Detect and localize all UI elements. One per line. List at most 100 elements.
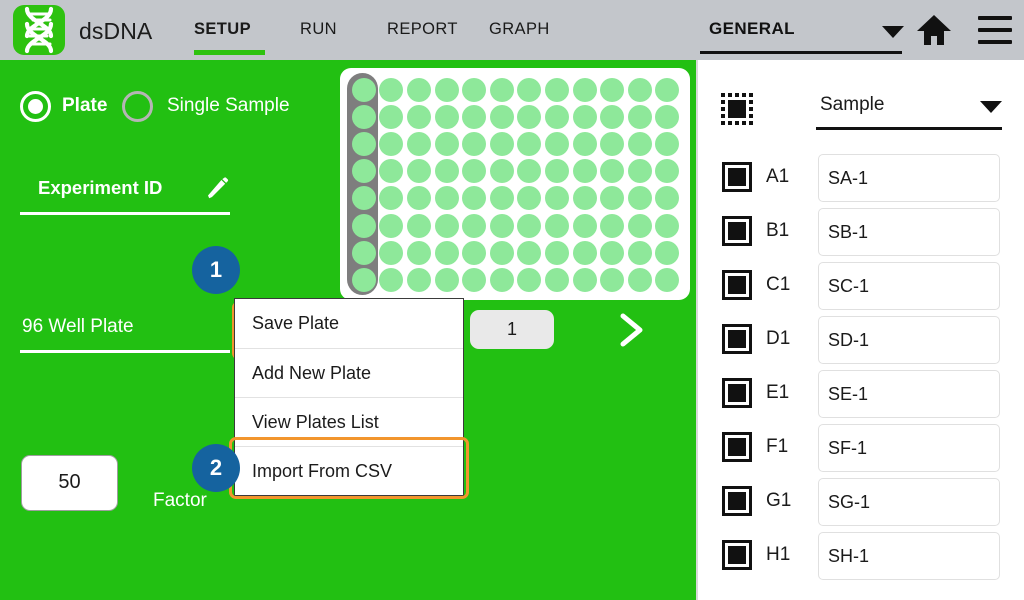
tab-setup[interactable]: SETUP (194, 20, 251, 39)
checkbox-B1[interactable] (722, 216, 752, 246)
home-icon[interactable] (916, 14, 952, 46)
well-B2[interactable] (379, 104, 404, 129)
well-D6[interactable] (489, 159, 514, 184)
well-D1[interactable] (351, 159, 376, 184)
well-D4[interactable] (434, 159, 459, 184)
well-F5[interactable] (462, 213, 487, 238)
well-A5[interactable] (462, 77, 487, 102)
well-F1[interactable] (351, 213, 376, 238)
well-H6[interactable] (489, 267, 514, 292)
well-D2[interactable] (379, 159, 404, 184)
well-C5[interactable] (462, 131, 487, 156)
well-H12[interactable] (655, 267, 680, 292)
chevron-right-icon[interactable] (618, 313, 646, 347)
well-A6[interactable] (489, 77, 514, 102)
well-D3[interactable] (406, 159, 431, 184)
well-H5[interactable] (462, 267, 487, 292)
well-D9[interactable] (572, 159, 597, 184)
well-F11[interactable] (627, 213, 652, 238)
well-A2[interactable] (379, 77, 404, 102)
well-D5[interactable] (462, 159, 487, 184)
well-B10[interactable] (600, 104, 625, 129)
well-H8[interactable] (544, 267, 569, 292)
well-C10[interactable] (600, 131, 625, 156)
well-G1[interactable] (351, 240, 376, 265)
well-D10[interactable] (600, 159, 625, 184)
well-A4[interactable] (434, 77, 459, 102)
checkbox-H1[interactable] (722, 540, 752, 570)
mode-selector-label[interactable]: GENERAL (709, 19, 795, 39)
well-F12[interactable] (655, 213, 680, 238)
well-B7[interactable] (517, 104, 542, 129)
well-C1[interactable] (351, 131, 376, 156)
well-G8[interactable] (544, 240, 569, 265)
well-C4[interactable] (434, 131, 459, 156)
well-B12[interactable] (655, 104, 680, 129)
well-H1[interactable] (351, 267, 376, 292)
well-H11[interactable] (627, 267, 652, 292)
well-H2[interactable] (379, 267, 404, 292)
well-C6[interactable] (489, 131, 514, 156)
sample-name-input-A1[interactable]: SA-1 (818, 154, 1000, 202)
checkbox-C1[interactable] (722, 270, 752, 300)
well-F10[interactable] (600, 213, 625, 238)
well-E8[interactable] (544, 186, 569, 211)
well-A8[interactable] (544, 77, 569, 102)
well-G3[interactable] (406, 240, 431, 265)
well-G6[interactable] (489, 240, 514, 265)
checkbox-G1[interactable] (722, 486, 752, 516)
checkbox-A1[interactable] (722, 162, 752, 192)
well-C3[interactable] (406, 131, 431, 156)
well-H9[interactable] (572, 267, 597, 292)
menu-item-add-new-plate[interactable]: Add New Plate (235, 348, 463, 397)
sample-name-input-G1[interactable]: SG-1 (818, 478, 1000, 526)
well-F7[interactable] (517, 213, 542, 238)
tab-graph[interactable]: GRAPH (489, 20, 550, 39)
radio-single-sample[interactable] (122, 91, 153, 122)
well-H7[interactable] (517, 267, 542, 292)
well-G11[interactable] (627, 240, 652, 265)
menu-item-save-plate[interactable]: Save Plate (235, 299, 463, 348)
well-F3[interactable] (406, 213, 431, 238)
well-B11[interactable] (627, 104, 652, 129)
checkbox-E1[interactable] (722, 378, 752, 408)
well-A3[interactable] (406, 77, 431, 102)
well-F6[interactable] (489, 213, 514, 238)
well-C9[interactable] (572, 131, 597, 156)
well-A1[interactable] (351, 77, 376, 102)
menu-item-import-from-csv[interactable]: Import From CSV (235, 446, 463, 495)
well-F4[interactable] (434, 213, 459, 238)
radio-plate[interactable] (20, 91, 51, 122)
well-G9[interactable] (572, 240, 597, 265)
column-type-select[interactable]: Sample (816, 88, 1002, 130)
sample-name-input-B1[interactable]: SB-1 (818, 208, 1000, 256)
chevron-down-icon[interactable] (882, 26, 904, 38)
well-G12[interactable] (655, 240, 680, 265)
well-B6[interactable] (489, 104, 514, 129)
sample-name-input-D1[interactable]: SD-1 (818, 316, 1000, 364)
well-E3[interactable] (406, 186, 431, 211)
well-E1[interactable] (351, 186, 376, 211)
checkbox-D1[interactable] (722, 324, 752, 354)
sample-name-input-H1[interactable]: SH-1 (818, 532, 1000, 580)
well-E4[interactable] (434, 186, 459, 211)
well-D7[interactable] (517, 159, 542, 184)
menu-item-view-plates-list[interactable]: View Plates List (235, 397, 463, 446)
plate-page-button[interactable]: 1 (470, 310, 554, 349)
plate-name-value[interactable]: 96 Well Plate (22, 316, 134, 338)
well-B4[interactable] (434, 104, 459, 129)
well-E2[interactable] (379, 186, 404, 211)
well-G7[interactable] (517, 240, 542, 265)
well-A12[interactable] (655, 77, 680, 102)
well-C7[interactable] (517, 131, 542, 156)
well-B9[interactable] (572, 104, 597, 129)
well-G2[interactable] (379, 240, 404, 265)
well-C12[interactable] (655, 131, 680, 156)
select-all-icon[interactable] (720, 92, 754, 126)
well-E10[interactable] (600, 186, 625, 211)
well-E6[interactable] (489, 186, 514, 211)
well-F9[interactable] (572, 213, 597, 238)
well-C8[interactable] (544, 131, 569, 156)
well-E5[interactable] (462, 186, 487, 211)
well-G4[interactable] (434, 240, 459, 265)
